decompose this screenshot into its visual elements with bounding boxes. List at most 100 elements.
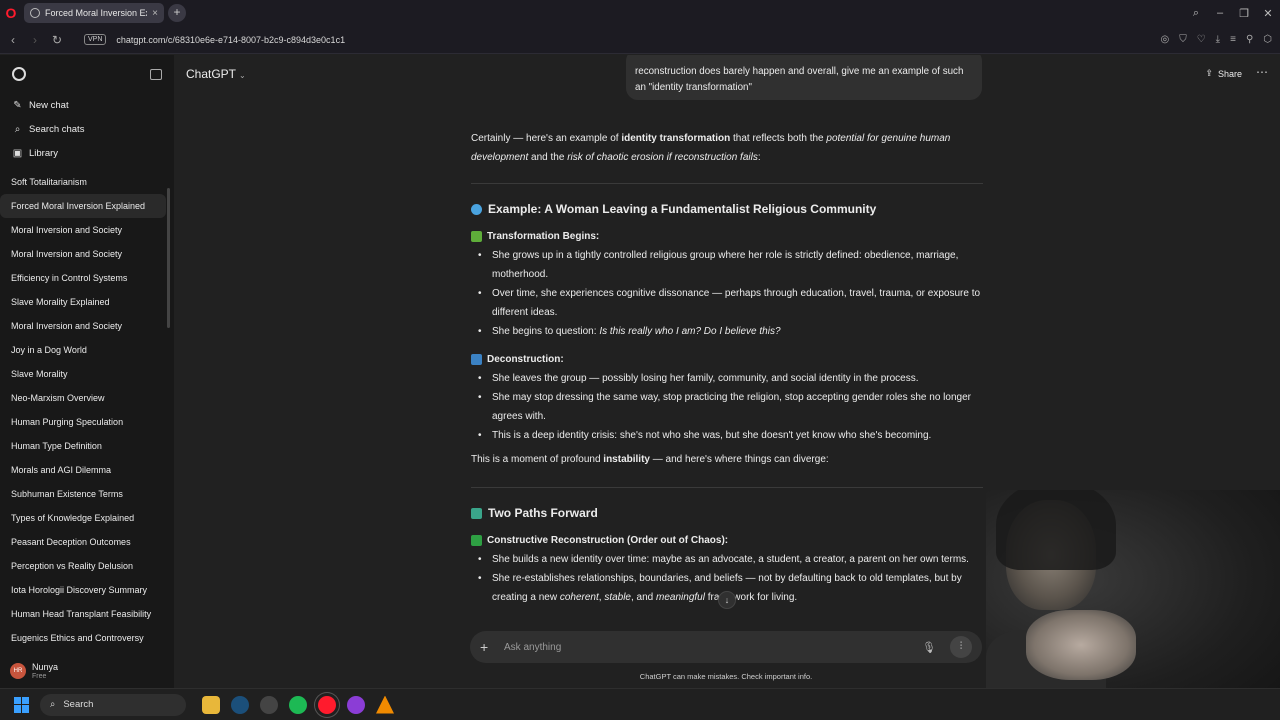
app-icon[interactable] — [260, 695, 278, 714]
chevron-down-icon: ⌄ — [239, 71, 246, 80]
chat-item[interactable]: Efficiency in Control Systems — [0, 266, 166, 290]
obs-icon[interactable] — [347, 695, 365, 714]
list-item: She begins to question: Is this really w… — [471, 322, 983, 341]
browser-tab[interactable]: Forced Moral Inversion Ex × — [24, 3, 164, 23]
section-title: Transformation Begins: — [487, 231, 600, 242]
steam-icon[interactable] — [231, 695, 249, 714]
windows-start-icon[interactable] — [14, 696, 30, 713]
message-composer: + 🎙 ⫶ — [470, 631, 982, 663]
user-message-text: reconstruction does barely happen and ov… — [635, 66, 964, 93]
search-chats-button[interactable]: ⌕ Search chats — [0, 117, 174, 141]
section-constructive: Constructive Reconstruction (Order out o… — [471, 531, 983, 550]
camera-icon[interactable]: ◎ — [1160, 34, 1169, 45]
window-controls: ⌕ – ❐ ✕ — [1184, 0, 1280, 26]
more-options-icon[interactable]: ⋯ — [1256, 65, 1268, 79]
user-profile[interactable]: HR Nunya Free — [0, 654, 174, 688]
chat-item[interactable]: Human Head Transplant Feasibility — [0, 602, 166, 626]
library-button[interactable]: ▣ Library — [0, 141, 174, 165]
cycle-emoji-icon — [471, 354, 482, 365]
list-item-italic: meaningful — [656, 592, 705, 603]
vpn-badge[interactable]: VPN — [84, 34, 107, 45]
opera-logo-icon[interactable]: O — [0, 0, 22, 26]
sidebar-toggle-icon[interactable] — [150, 68, 162, 80]
response-intro: Certainly — here's an example of identit… — [471, 129, 983, 167]
chat-item[interactable]: Soft Totalitarianism — [0, 170, 166, 194]
search-chats-label: Search chats — [29, 123, 85, 135]
share-label: Share — [1217, 68, 1242, 79]
chat-item[interactable]: Slave Morality — [0, 362, 166, 386]
opera-icon[interactable] — [318, 695, 336, 714]
heart-icon[interactable]: ♡ — [1197, 34, 1206, 45]
chat-item-active[interactable]: Forced Moral Inversion Explained — [0, 194, 166, 218]
chat-item[interactable]: Slave Morality Explained — [0, 290, 166, 314]
sidebar-header — [0, 55, 174, 93]
spotify-icon[interactable] — [289, 695, 307, 714]
chat-item[interactable]: Morals and AGI Dilemma — [0, 458, 166, 482]
taskbar-search[interactable]: ⌕ Search — [40, 693, 186, 716]
share-button[interactable]: ⇪ Share — [1205, 68, 1242, 79]
list-item: She may stop dressing the same way, stop… — [471, 388, 983, 426]
list-item: She leaves the group — possibly losing h… — [471, 369, 983, 388]
chat-item[interactable]: Perception vs Reality Delusion — [0, 554, 166, 578]
divider — [471, 487, 983, 488]
landscape-emoji-icon — [471, 508, 482, 519]
new-chat-label: New chat — [29, 99, 69, 111]
file-explorer-icon[interactable] — [202, 695, 220, 714]
vlc-icon[interactable] — [376, 695, 394, 714]
intro-text: : — [757, 152, 761, 163]
chat-item[interactable]: Types of Knowledge Explained — [0, 506, 166, 530]
sidebar-scrollbar[interactable] — [167, 188, 170, 328]
close-tab-icon[interactable]: × — [152, 8, 158, 19]
taskbar-search-label: Search — [63, 699, 94, 710]
url-bar-icons: ◎ ⛉ ♡ ⤓ ≡ ⚲ ⬡ — [1160, 34, 1272, 45]
new-tab-button[interactable]: + — [168, 4, 186, 22]
list-item-italic: stable — [604, 592, 631, 603]
chat-item[interactable]: Human Purging Speculation — [0, 410, 166, 434]
address-bar: ‹ › ↻ VPN chatgpt.com/c/68310e6e-e714-80… — [0, 26, 1280, 54]
chat-item[interactable]: Human Type Definition — [0, 434, 166, 458]
tab-title: Forced Moral Inversion Ex — [45, 8, 148, 18]
forward-icon[interactable]: › — [24, 33, 46, 47]
search-tabs-icon[interactable]: ⌕ — [1184, 7, 1208, 20]
voice-mode-icon[interactable]: ⫶ — [950, 636, 972, 658]
chat-item[interactable]: Neo-Marxism Overview — [0, 386, 166, 410]
profile-icon[interactable]: ⚲ — [1246, 34, 1253, 45]
webcam-person-hands — [1026, 610, 1136, 680]
avatar: HR — [10, 663, 26, 679]
add-attachment-icon[interactable]: + — [480, 639, 498, 655]
chat-item[interactable]: Moral Inversion and Society — [0, 242, 166, 266]
menu-icon[interactable]: ≡ — [1230, 34, 1236, 45]
microphone-icon[interactable]: 🎙 — [922, 641, 936, 654]
library-label: Library — [29, 147, 59, 159]
model-selector[interactable]: ChatGPT ⌄ — [186, 67, 246, 81]
back-icon[interactable]: ‹ — [2, 33, 24, 47]
url-field[interactable]: chatgpt.com/c/68310e6e-e714-8007-b2c9-c8… — [116, 35, 345, 45]
browser-tab-bar: O Forced Moral Inversion Ex × + ⌕ – ❐ ✕ — [0, 0, 1280, 26]
webcam-overlay — [986, 490, 1280, 712]
chat-item[interactable]: Peasant Deception Outcomes — [0, 530, 166, 554]
example-heading-text: Example: A Woman Leaving a Fundamentalis… — [488, 202, 877, 216]
download-icon[interactable]: ⤓ — [1216, 34, 1220, 45]
minimize-icon[interactable]: – — [1208, 7, 1232, 19]
paragraph-text: — and here's where things can diverge: — [649, 454, 829, 465]
close-window-icon[interactable]: ✕ — [1256, 7, 1280, 20]
chat-item[interactable]: Moral Inversion and Society — [0, 218, 166, 242]
list-item-italic: Is this really who I am? Do I believe th… — [599, 326, 781, 337]
extension-icon[interactable]: ⬡ — [1263, 34, 1272, 45]
paragraph-bold: instability — [603, 454, 650, 465]
chat-item[interactable]: Moral Inversion and Society — [0, 314, 166, 338]
new-chat-button[interactable]: ✎ New chat — [0, 93, 174, 117]
prompt-input[interactable] — [498, 641, 923, 653]
chat-item[interactable]: Eugenics Ethics and Controversy — [0, 626, 166, 650]
maximize-icon[interactable]: ❐ — [1232, 7, 1256, 20]
scroll-down-button[interactable]: ↓ — [718, 591, 736, 609]
shield-icon[interactable]: ⛉ — [1179, 34, 1187, 45]
chat-item[interactable]: Joy in a Dog World — [0, 338, 166, 362]
chat-history-list: Soft Totalitarianism Forced Moral Invers… — [0, 170, 174, 650]
paragraph-text: This is a moment of profound — [471, 454, 604, 465]
chat-item[interactable]: Subhuman Existence Terms — [0, 482, 166, 506]
chat-item[interactable]: Iota Horologii Discovery Summary — [0, 578, 166, 602]
reload-icon[interactable]: ↻ — [46, 33, 68, 47]
section-title: Constructive Reconstruction (Order out o… — [487, 535, 729, 546]
openai-logo-icon[interactable] — [12, 67, 26, 81]
